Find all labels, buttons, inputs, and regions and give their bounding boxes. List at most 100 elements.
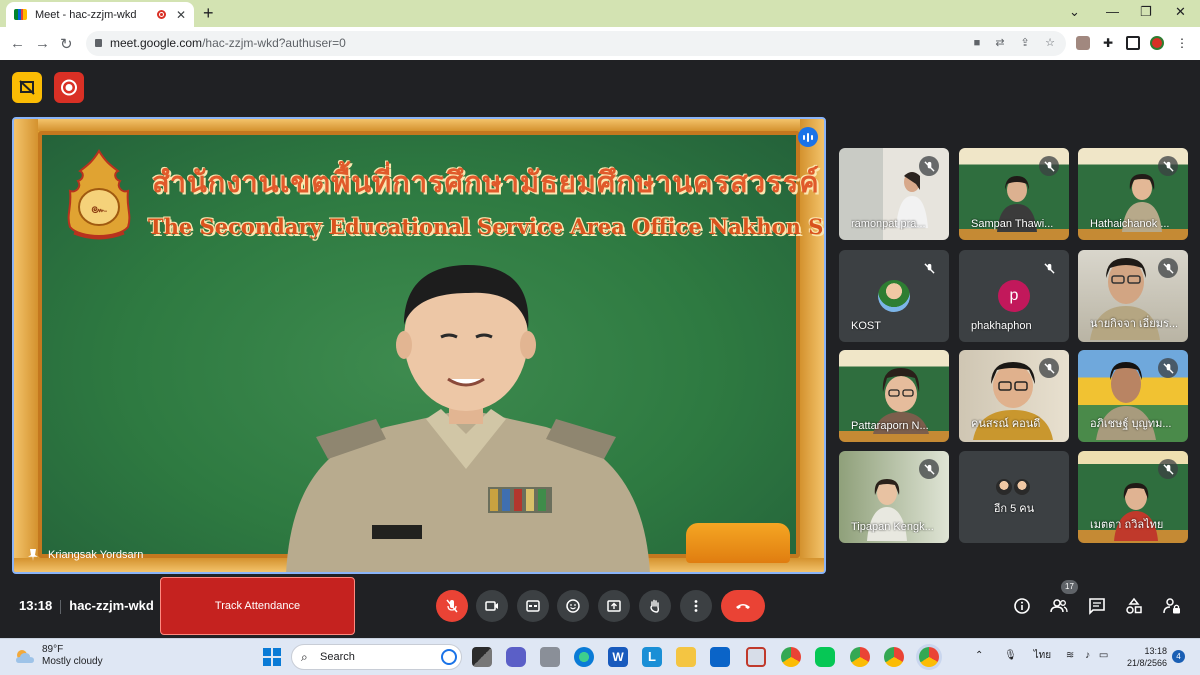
browser-tab-meet[interactable]: Meet - hac-zzjm-wkd ✕	[6, 2, 194, 27]
speaker-icon[interactable]: ♪	[1085, 650, 1090, 661]
muted-mic-icon	[919, 459, 939, 479]
emoji-reaction-button[interactable]	[557, 590, 589, 622]
edge-icon[interactable]	[574, 647, 594, 667]
participant-tile[interactable]: เมตตา ถวิลไทย	[1078, 451, 1188, 543]
profile-avatar[interactable]	[1150, 36, 1164, 50]
chat-button[interactable]	[1087, 596, 1107, 616]
restore-button[interactable]: ❐	[1140, 4, 1152, 20]
translate-icon[interactable]: ⇄	[994, 37, 1006, 49]
tab-search-chevron-icon[interactable]: ⌄	[1069, 4, 1080, 20]
microphone-icon[interactable]: 🎙	[1004, 650, 1017, 661]
clock-time: 13:18	[1144, 646, 1167, 656]
chrome-menu-icon[interactable]: ⋮	[1175, 36, 1189, 50]
word-icon[interactable]: W	[608, 647, 628, 667]
raise-hand-icon	[650, 599, 660, 613]
url-host: meet.google.com	[110, 36, 203, 50]
side-panel-icon[interactable]	[1126, 36, 1140, 50]
chrome-profile-icon[interactable]	[850, 647, 870, 667]
separator	[60, 599, 62, 614]
participant-tile[interactable]: p phakhaphon	[959, 250, 1069, 342]
participant-tile[interactable]: KOST	[839, 250, 949, 342]
taskbar-search[interactable]: ⌕ Search	[291, 644, 462, 670]
recording-indicator-icon	[156, 10, 166, 19]
speaker-name-label: Kriangsak Yordsarn	[28, 549, 143, 561]
line-icon[interactable]	[815, 647, 835, 667]
muted-mic-icon	[1158, 459, 1178, 479]
task-view-icon[interactable]	[472, 647, 492, 667]
windows-start-icon[interactable]	[262, 647, 282, 667]
more-participants-label: อีก 5 คน	[993, 503, 1035, 515]
main-speaker-video[interactable]: ๛ สำนักงานเขตพื้นที่การศึกษามัธยมศึกษานค…	[12, 117, 826, 574]
forward-button[interactable]: →	[35, 35, 50, 52]
more-options-button[interactable]	[680, 590, 712, 622]
new-tab-button[interactable]: +	[203, 3, 214, 24]
muted-mic-icon	[1039, 156, 1059, 176]
speaker-person	[286, 265, 650, 572]
captions-icon	[526, 600, 540, 612]
participant-tile[interactable]: อภิเชษฐ์ บุญทม...	[1078, 350, 1188, 442]
raise-hand-button[interactable]	[639, 590, 671, 622]
extension-icon[interactable]	[1076, 36, 1090, 50]
participant-name: Pattaraporn N...	[851, 420, 929, 432]
pin-icon[interactable]	[28, 549, 38, 561]
chrome-icon[interactable]	[781, 647, 801, 667]
teams-chat-icon[interactable]	[506, 647, 526, 667]
widgets-icon[interactable]	[540, 647, 560, 667]
captions-button[interactable]	[517, 590, 549, 622]
track-attendance-button[interactable]: Track Attendance	[160, 577, 355, 635]
input-language[interactable]: ไทย	[1034, 650, 1051, 661]
microphone-toggle-button[interactable]	[436, 590, 468, 622]
taskbar-clock[interactable]: 13:18 21/8/2566	[1123, 645, 1167, 669]
participant-tile[interactable]: Tipapan Kengk...	[839, 451, 949, 543]
search-placeholder: Search	[320, 651, 355, 663]
snipping-tool-icon[interactable]	[746, 647, 766, 667]
meet-favicon-icon	[14, 9, 27, 20]
chrome-profile-icon[interactable]	[884, 647, 904, 667]
participant-tile[interactable]: คนสรณ์ คอนดี	[959, 350, 1069, 442]
participant-tile[interactable]: Pattaraporn N...	[839, 350, 949, 442]
participant-tile[interactable]: ramonpat pra...	[839, 148, 949, 240]
notification-badge[interactable]: 4	[1172, 650, 1185, 663]
reload-button[interactable]: ↻	[60, 35, 73, 53]
bookmark-star-icon[interactable]: ☆	[1044, 37, 1056, 49]
hide-video-tile-button[interactable]	[12, 72, 42, 103]
address-bar[interactable]: meet.google.com/hac-zzjm-wkd?authuser=0 …	[86, 31, 1066, 56]
weather-desc: Mostly cloudy	[42, 656, 103, 667]
l-app-icon[interactable]: L	[642, 647, 662, 667]
participant-tile[interactable]: นายกิจจา เอี่ยมร...	[1078, 250, 1188, 342]
back-button[interactable]: ←	[10, 35, 25, 52]
close-window-button[interactable]: ✕	[1175, 4, 1186, 20]
recording-button[interactable]	[54, 72, 84, 103]
mail-icon[interactable]	[710, 647, 730, 667]
wifi-icon[interactable]: ≋	[1066, 650, 1074, 661]
close-tab-icon[interactable]: ✕	[176, 8, 186, 22]
meeting-info-button[interactable]	[1012, 596, 1032, 616]
minimize-button[interactable]: —	[1106, 4, 1119, 19]
muted-mic-icon	[1039, 258, 1059, 278]
weather-widget[interactable]: 89°F Mostly cloudy	[14, 644, 103, 668]
present-screen-button[interactable]	[598, 590, 630, 622]
share-icon[interactable]: ⇪	[1019, 37, 1031, 49]
people-button[interactable]	[1049, 596, 1069, 616]
meeting-control-bar: 13:18 hac-zzjm-wkd Track Attendance 17	[0, 574, 1200, 638]
board-heading-english: The Secondary Educational Service Area O…	[148, 214, 826, 239]
file-explorer-icon[interactable]	[676, 647, 696, 667]
chrome-active-icon[interactable]	[919, 647, 939, 667]
weather-temp: 89°F	[42, 644, 64, 655]
more-participants-tile[interactable]: อีก 5 คน	[959, 451, 1069, 543]
extensions-puzzle-icon[interactable]: ✚	[1101, 36, 1115, 50]
battery-icon[interactable]: ▭	[1099, 650, 1108, 661]
end-call-button[interactable]	[721, 590, 765, 622]
people-icon	[1050, 599, 1068, 613]
camera-permission-icon[interactable]: ■	[971, 37, 983, 49]
host-controls-button[interactable]	[1162, 596, 1182, 616]
cloud-icon	[16, 650, 34, 663]
participant-tile[interactable]: Sampan Thawi...	[959, 148, 1069, 240]
browser-tab-strip: Meet - hac-zzjm-wkd ✕ + ⌄ — ❐ ✕	[0, 0, 1200, 27]
camera-toggle-button[interactable]	[476, 590, 508, 622]
participant-name: คนสรณ์ คอนดี	[971, 418, 1041, 430]
chevron-up-icon[interactable]: ⌃	[975, 650, 983, 661]
activities-button[interactable]	[1124, 596, 1144, 616]
muted-mic-icon	[1039, 358, 1059, 378]
participant-tile[interactable]: Hathaichanok ...	[1078, 148, 1188, 240]
